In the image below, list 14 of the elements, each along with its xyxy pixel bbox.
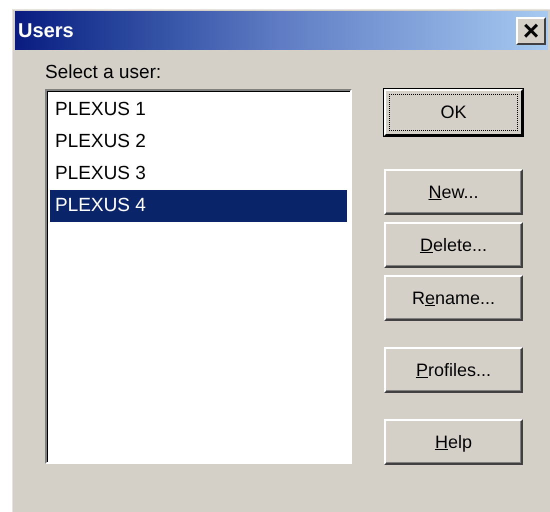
user-list-item[interactable]: PLEXUS 2 — [50, 126, 347, 158]
close-button[interactable]: × — [516, 16, 546, 44]
user-list-item[interactable]: PLEXUS 4 — [50, 190, 347, 222]
user-list-item[interactable]: PLEXUS 3 — [50, 158, 347, 190]
dialog-button[interactable]: Delete... — [384, 222, 523, 268]
user-list-item[interactable]: PLEXUS 1 — [50, 94, 347, 126]
dialog-button[interactable]: Help — [384, 419, 523, 465]
window-title: Users — [18, 18, 74, 44]
dialog-button[interactable]: Profiles... — [384, 347, 523, 393]
dialog-button[interactable]: OK — [384, 89, 523, 136]
user-list[interactable]: PLEXUS 1 PLEXUS 2 PLEXUS 3 PLEXUS 4 — [45, 89, 352, 464]
dialog-button[interactable]: Rename... — [384, 275, 523, 321]
dialog-button[interactable]: New... — [384, 169, 523, 215]
prompt-label: Select a user: — [44, 61, 162, 85]
